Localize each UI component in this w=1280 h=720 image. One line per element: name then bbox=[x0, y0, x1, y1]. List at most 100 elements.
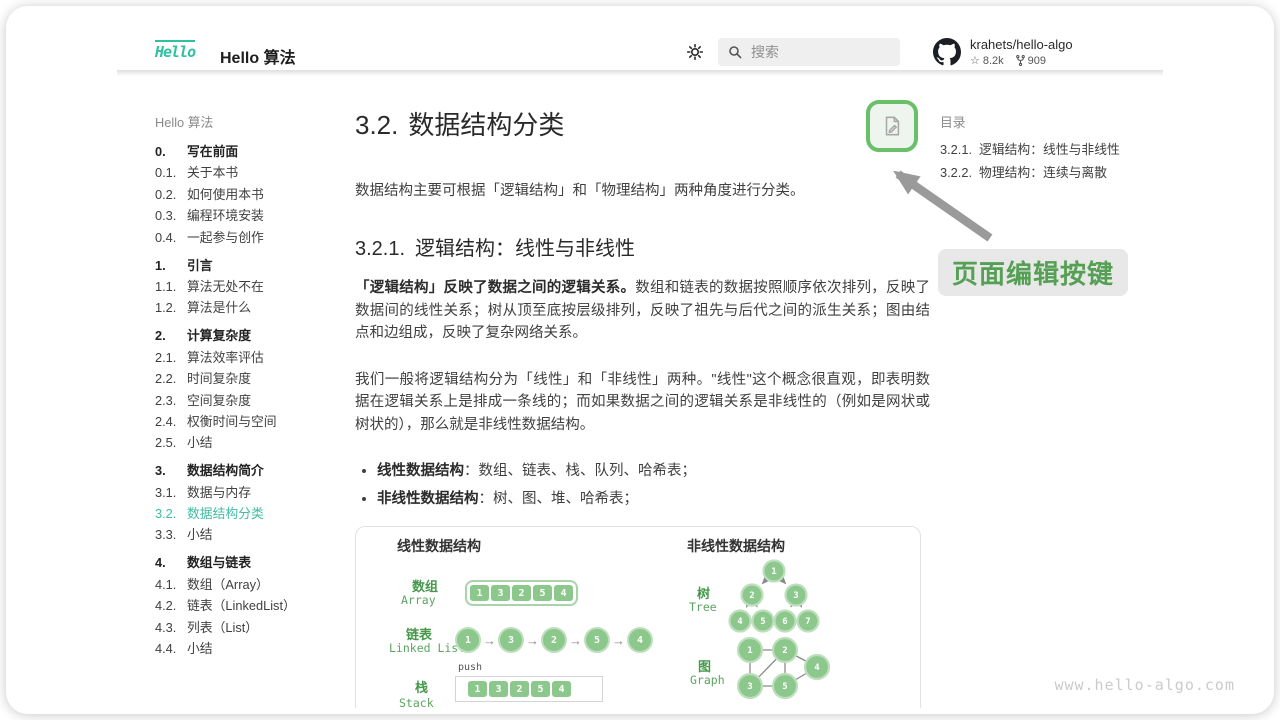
nav-item-number: 4.3. bbox=[155, 621, 187, 635]
figure-nonlinear-title: 非线性数据结构 bbox=[687, 536, 785, 556]
theme-toggle-button[interactable] bbox=[686, 43, 704, 61]
sidebar-item[interactable]: 1.1.算法无处不在 bbox=[155, 280, 340, 294]
sidebar-item[interactable]: 4.数组与链表 bbox=[155, 556, 340, 570]
browser-page-card: Hello Hello 算法 搜索 bbox=[6, 6, 1274, 714]
bullet-rest: ：树、图、堆、哈希表； bbox=[479, 491, 639, 507]
sidebar-item[interactable]: 4.3.列表（List） bbox=[155, 621, 340, 635]
array-cell: 5 bbox=[533, 585, 552, 601]
sidebar-item[interactable]: 4.2.链表（LinkedList） bbox=[155, 599, 340, 613]
data-structure-figure: 线性数据结构 非线性数据结构 数组 Array 13254 链表 Linked … bbox=[355, 526, 921, 708]
linked-list-arrow-icon: → bbox=[612, 634, 625, 647]
nav-item-number: 0.4. bbox=[155, 231, 187, 245]
repo-stats: ☆ 8.2k 909 bbox=[970, 54, 1073, 67]
bullet-item: 非线性数据结构：树、图、堆、哈希表； bbox=[377, 488, 930, 510]
nav-item-label: 计算复杂度 bbox=[187, 329, 251, 343]
sidebar-item[interactable]: 2.计算复杂度 bbox=[155, 329, 340, 343]
sidebar-item[interactable]: 2.4.权衡时间与空间 bbox=[155, 415, 340, 429]
annotation-label: 页面编辑按键 bbox=[938, 249, 1128, 296]
linked-list-node: 5 bbox=[584, 627, 610, 653]
nav-item-label: 小结 bbox=[187, 528, 213, 542]
annotation-arrow bbox=[860, 150, 1005, 250]
linked-list-label-en: Linked List bbox=[389, 641, 465, 655]
site-watermark: www.hello-algo.com bbox=[1054, 676, 1235, 694]
linked-list-node: 3 bbox=[498, 627, 524, 653]
nav-item-label: 链表（LinkedList） bbox=[187, 599, 296, 613]
nav-item-label: 一起参与创作 bbox=[187, 231, 264, 245]
nav-item-number: 2.5. bbox=[155, 436, 187, 450]
site-title[interactable]: Hello 算法 bbox=[220, 44, 296, 68]
sidebar-item[interactable]: 2.5.小结 bbox=[155, 436, 340, 450]
edit-page-icon bbox=[881, 115, 903, 137]
sidebar-item[interactable]: 0.写在前面 bbox=[155, 145, 340, 159]
sidebar-item[interactable]: 4.1.数组（Array） bbox=[155, 578, 340, 592]
fork-count: 909 bbox=[1028, 55, 1046, 67]
page-title: 3.2.数据结构分类 bbox=[355, 105, 930, 142]
nav-item-label: 数据结构简介 bbox=[187, 464, 264, 478]
sidebar-item[interactable]: 3.3.小结 bbox=[155, 528, 340, 542]
sidebar-item[interactable]: 3.数据结构简介 bbox=[155, 464, 340, 478]
nav-item-label: 引言 bbox=[187, 259, 213, 273]
nav-item-number: 1.2. bbox=[155, 301, 187, 315]
node-value: 3 bbox=[793, 591, 798, 601]
nav-item-number: 2. bbox=[155, 329, 187, 343]
nav-item-label: 数据结构分类 bbox=[187, 507, 264, 521]
node-value: 5 bbox=[760, 617, 765, 627]
star-count: 8.2k bbox=[983, 55, 1004, 67]
nav-item-number: 0. bbox=[155, 145, 187, 159]
bullet-bold: 线性数据结构 bbox=[377, 463, 464, 479]
nav-item-label: 权衡时间与空间 bbox=[187, 415, 277, 429]
search-input[interactable]: 搜索 bbox=[718, 38, 900, 66]
nav-item-number: 4. bbox=[155, 556, 187, 570]
nav-item-label: 数据与内存 bbox=[187, 486, 251, 500]
sidebar-item[interactable]: 4.4.小结 bbox=[155, 642, 340, 656]
toc-title: 目录 bbox=[940, 112, 1140, 131]
paragraph-linear: 我们一般将逻辑结构分为「线性」和「非线性」两种。"线性"这个概念很直观，即表明数… bbox=[355, 369, 930, 437]
node-value: 3 bbox=[747, 682, 752, 692]
sidebar-item[interactable]: 0.2.如何使用本书 bbox=[155, 188, 340, 202]
github-repo-link[interactable]: krahets/hello-algo ☆ 8.2k 909 bbox=[933, 37, 1073, 67]
nav-item-label: 算法是什么 bbox=[187, 301, 251, 315]
structure-bullet-list: 线性数据结构：数组、链表、栈、队列、哈希表；非线性数据结构：树、图、堆、哈希表； bbox=[355, 460, 930, 510]
sidebar-item[interactable]: 2.1.算法效率评估 bbox=[155, 351, 340, 365]
section-title: 3.2.1.逻辑结构：线性与非线性 bbox=[355, 232, 930, 261]
linked-list-arrow-icon: → bbox=[569, 634, 582, 647]
array-cell: 3 bbox=[491, 585, 510, 601]
github-icon bbox=[933, 38, 961, 66]
nav-item-label: 关于本书 bbox=[187, 166, 238, 180]
sidebar-item[interactable]: 1.2.算法是什么 bbox=[155, 301, 340, 315]
nav-item-number: 0.1. bbox=[155, 166, 187, 180]
stack-label-en: Stack bbox=[399, 696, 434, 708]
sidebar-item[interactable]: 0.4.一起参与创作 bbox=[155, 231, 340, 245]
linked-list-arrow-icon: → bbox=[526, 634, 539, 647]
stack-cell: 3 bbox=[489, 681, 508, 697]
sidebar-item[interactable]: 2.3.空间复杂度 bbox=[155, 394, 340, 408]
sidebar-item[interactable]: 0.1.关于本书 bbox=[155, 166, 340, 180]
paragraph-logic: 「逻辑结构」反映了数据之间的逻辑关系。数组和链表的数据按照顺序依次排列，反映了数… bbox=[355, 277, 930, 345]
hello-algo-logo[interactable]: Hello bbox=[155, 40, 195, 62]
stack-pop-arrow-icon: ← bbox=[458, 703, 470, 708]
linked-list-node: 2 bbox=[541, 627, 567, 653]
linked-list-node: 1 bbox=[455, 627, 481, 653]
stack-cell: 5 bbox=[531, 681, 550, 697]
graph-figure: 12345 bbox=[732, 636, 832, 708]
sun-icon bbox=[686, 43, 704, 61]
nav-item-label: 列表（List） bbox=[187, 621, 258, 635]
page-edit-button[interactable] bbox=[866, 100, 918, 152]
sidebar-item[interactable]: 1.引言 bbox=[155, 259, 340, 273]
linked-list-node: 4 bbox=[627, 627, 653, 653]
node-value: 6 bbox=[782, 617, 787, 627]
node-value: 2 bbox=[749, 591, 754, 601]
stack-cell: 2 bbox=[510, 681, 529, 697]
array-label-en: Array bbox=[401, 593, 436, 607]
nav-item-label: 数组与链表 bbox=[187, 556, 251, 570]
stack-cell: 4 bbox=[552, 681, 571, 697]
nav-item-label: 写在前面 bbox=[187, 145, 238, 159]
sidebar-item[interactable]: 0.3.编程环境安装 bbox=[155, 209, 340, 223]
stack-cells: 13254 bbox=[455, 676, 603, 702]
sidebar-item[interactable]: 3.1.数据与内存 bbox=[155, 486, 340, 500]
sidebar-title: Hello 算法 bbox=[155, 112, 340, 131]
sidebar-item[interactable]: 3.2.数据结构分类 bbox=[155, 507, 340, 521]
sidebar-item[interactable]: 2.2.时间复杂度 bbox=[155, 372, 340, 386]
linked-list-row: 1→3→2→5→4 bbox=[455, 627, 653, 653]
stack-cell: 1 bbox=[468, 681, 487, 697]
